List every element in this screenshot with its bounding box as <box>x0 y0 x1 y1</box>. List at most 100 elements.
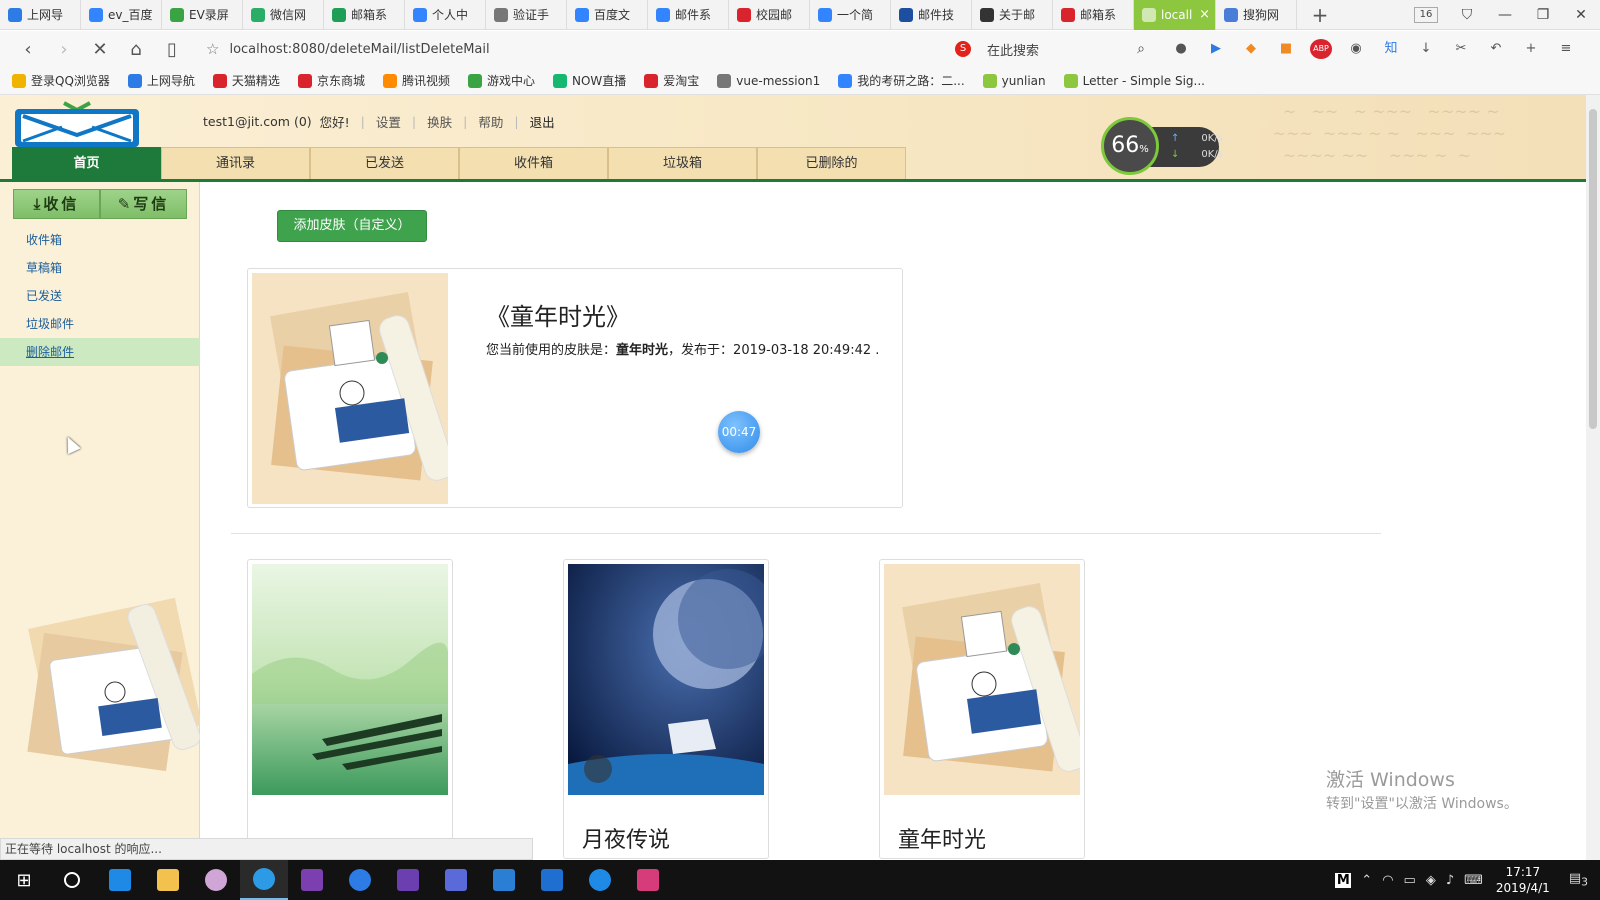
sidebar-item-sent[interactable]: 已发送 <box>0 282 200 310</box>
change-skin-link[interactable]: 换肤 <box>427 112 452 131</box>
wifi-icon[interactable]: ◠ <box>1382 873 1393 888</box>
taskbar-app5[interactable] <box>528 860 576 900</box>
compose-button[interactable]: ✎写信 <box>100 189 187 219</box>
home-icon[interactable]: ⌂ <box>118 39 154 60</box>
browser-tab[interactable]: 关于邮 <box>972 0 1053 30</box>
nav-sent[interactable]: 已发送 <box>310 147 459 179</box>
close-window-icon[interactable]: ✕ <box>1562 7 1600 23</box>
browser-tab[interactable]: 个人中 <box>405 0 486 30</box>
volume-icon[interactable]: ♪ <box>1446 873 1454 888</box>
keyboard-icon[interactable]: ⌨ <box>1464 873 1483 888</box>
bookmark-item[interactable]: NOW直播 <box>552 72 626 89</box>
menu-icon[interactable]: ≡ <box>1555 39 1577 59</box>
nav-trash[interactable]: 垃圾箱 <box>608 147 757 179</box>
browser-tab[interactable]: 百度文 <box>567 0 648 30</box>
browser-tab[interactable]: 一个简 <box>810 0 891 30</box>
network-speed-widget[interactable]: ↑ 0K/s ↓ 0K/s 66% <box>1101 117 1223 177</box>
page-scrollbar[interactable] <box>1586 95 1600 860</box>
nav-contacts[interactable]: 通讯录 <box>161 147 310 179</box>
bookmark-item[interactable]: 我的考研之路：二... <box>838 72 965 89</box>
nav-inbox[interactable]: 收件箱 <box>459 147 608 179</box>
skin-card-green[interactable] <box>247 559 453 859</box>
tab-count-badge[interactable]: 16 <box>1414 6 1438 23</box>
sidebar-item-junk[interactable]: 垃圾邮件 <box>0 310 200 338</box>
skin-card-childhood[interactable]: 童年时光 <box>879 559 1085 859</box>
ime-icon[interactable]: M <box>1335 872 1352 888</box>
scrollbar-thumb[interactable] <box>1589 109 1597 429</box>
bookmark-item[interactable]: 登录QQ浏览器 <box>12 72 110 89</box>
sidebar-item-drafts[interactable]: 草稿箱 <box>0 254 200 282</box>
browser-tab[interactable]: EV录屏 <box>162 0 243 30</box>
bookmark-item[interactable]: yunlian <box>982 73 1046 88</box>
browser-tab[interactable]: 上网导 <box>0 0 81 30</box>
browser-tab[interactable]: 邮件系 <box>648 0 729 30</box>
star-icon[interactable]: ☆ <box>206 40 219 58</box>
taskbar-idea[interactable] <box>624 860 672 900</box>
search-icon[interactable]: ⌕ <box>1137 41 1145 57</box>
reader-icon[interactable]: ▯ <box>154 39 190 60</box>
tray-chevron-icon[interactable]: ⌃ <box>1361 873 1372 888</box>
taskbar-app[interactable] <box>192 860 240 900</box>
logout-link[interactable]: 退出 <box>530 112 555 131</box>
taskbar-vs[interactable] <box>384 860 432 900</box>
video-play-icon[interactable]: ▶ <box>1205 39 1227 59</box>
stop-icon[interactable]: ✕ <box>82 39 118 60</box>
sidebar-item-inbox[interactable]: 收件箱 <box>0 226 200 254</box>
bookmark-item[interactable]: 腾讯视频 <box>382 72 450 89</box>
taskbar-onenote[interactable] <box>288 860 336 900</box>
mail-logo-icon[interactable] <box>12 101 142 149</box>
close-tab-icon[interactable]: × <box>1199 7 1210 22</box>
taskbar-store[interactable] <box>96 860 144 900</box>
undo-icon[interactable]: ↶ <box>1485 39 1507 59</box>
restore-icon[interactable]: ❐ <box>1524 7 1562 23</box>
recording-timer[interactable]: 00:47 <box>718 411 760 453</box>
nav-home[interactable]: 首页 <box>12 147 161 179</box>
current-skin-thumbnail[interactable] <box>252 273 448 504</box>
taskbar-explorer[interactable] <box>144 860 192 900</box>
defender-icon[interactable]: ◈ <box>1426 873 1436 888</box>
camera-icon[interactable]: ■ <box>1275 39 1297 59</box>
screenshot-icon[interactable]: ◉ <box>1345 39 1367 59</box>
address-field[interactable]: ☆ localhost:8080/deleteMail/listDeleteMa… <box>206 40 826 58</box>
add-skin-button[interactable]: 添加皮肤（自定义） <box>277 210 427 242</box>
zhihu-icon[interactable]: 知 <box>1380 39 1402 59</box>
bookmark-item[interactable]: 上网导航 <box>127 72 195 89</box>
bookmark-item[interactable]: vue-mession1 <box>717 73 820 88</box>
browser-tab[interactable]: 邮箱系 <box>1053 0 1134 30</box>
plus-icon[interactable]: + <box>1520 39 1542 59</box>
bookmark-item[interactable]: 爱淘宝 <box>644 72 699 89</box>
browser-tab[interactable]: 邮箱系 <box>324 0 405 30</box>
clock[interactable]: 17:17 2019/4/1 <box>1496 864 1550 896</box>
bulb-icon[interactable]: ● <box>1170 39 1192 59</box>
search-input[interactable]: S 在此搜索 ⌕ <box>955 36 1145 62</box>
download-icon[interactable]: ↓ <box>1415 39 1437 59</box>
bookmark-item[interactable]: 京东商城 <box>297 72 365 89</box>
taskbar-edge[interactable] <box>576 860 624 900</box>
browser-tab[interactable]: 微信网 <box>243 0 324 30</box>
receive-button[interactable]: ⤓收信 <box>13 189 100 219</box>
browser-tab[interactable]: 校园邮 <box>729 0 810 30</box>
browser-tab[interactable]: ev_百度 <box>81 0 162 30</box>
settings-link[interactable]: 设置 <box>376 112 401 131</box>
adblock-icon[interactable]: ABP <box>1310 39 1332 59</box>
bookmark-item[interactable]: 天猫精选 <box>212 72 280 89</box>
taskbar-app4[interactable] <box>480 860 528 900</box>
browser-tab[interactable]: 验证手 <box>486 0 567 30</box>
minimize-icon[interactable]: — <box>1486 7 1524 23</box>
game-icon[interactable]: ◆ <box>1240 39 1262 59</box>
scissors-icon[interactable]: ✂ <box>1450 39 1472 59</box>
sidebar-item-deleted[interactable]: 删除邮件 <box>0 338 200 366</box>
cortana-button[interactable] <box>48 860 96 900</box>
tab-active[interactable]: locall × <box>1134 0 1216 30</box>
help-link[interactable]: 帮助 <box>478 112 503 131</box>
taskbar-qqbrowser[interactable] <box>240 860 288 900</box>
taskbar-app2[interactable] <box>336 860 384 900</box>
forward-icon[interactable]: › <box>46 39 82 60</box>
tab-sogou[interactable]: 搜狗网 <box>1216 0 1297 30</box>
battery-icon[interactable]: ▭ <box>1404 873 1416 888</box>
skin-card-moon[interactable]: 月夜传说 <box>563 559 769 859</box>
bookmark-item[interactable]: Letter - Simple Sig... <box>1063 73 1205 88</box>
taskbar-app3[interactable] <box>432 860 480 900</box>
new-tab-button[interactable]: + <box>1305 3 1335 27</box>
nav-deleted[interactable]: 已删除的 <box>757 147 906 179</box>
